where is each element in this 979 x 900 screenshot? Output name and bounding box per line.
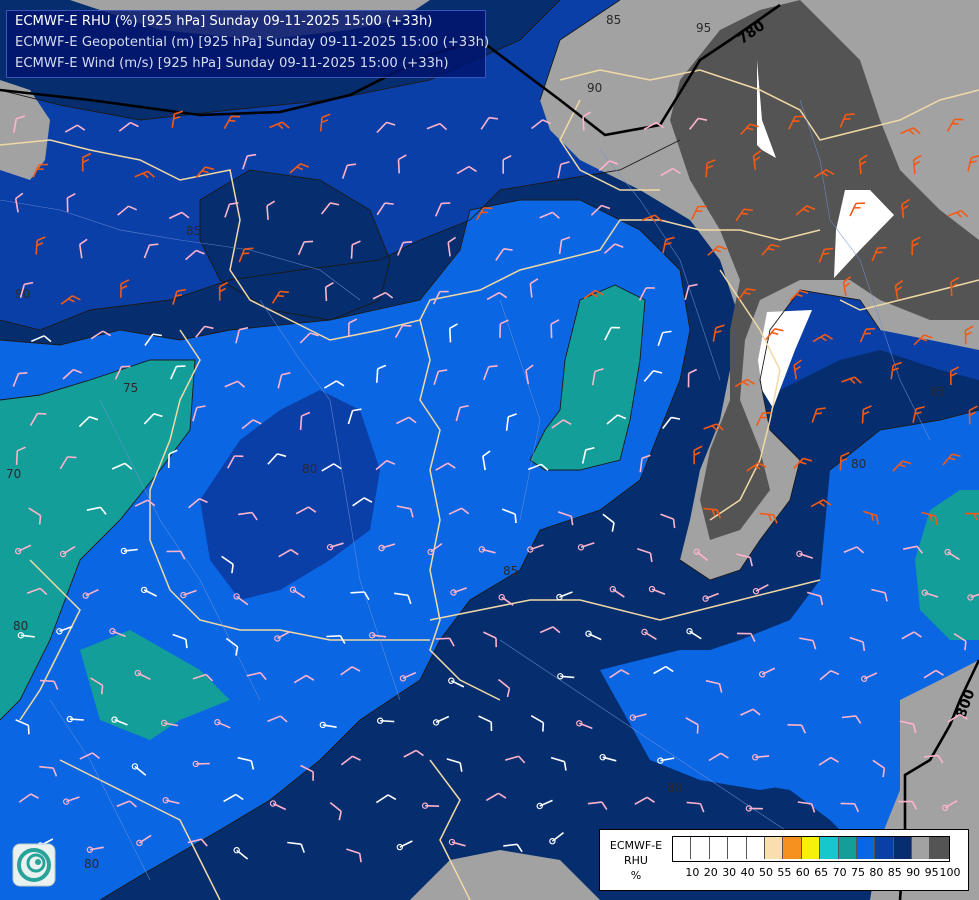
legend-tick: 90 (906, 866, 921, 879)
legend-tick: 20 (703, 866, 718, 879)
legend-swatch (893, 837, 913, 859)
rhu-label: 85 (186, 224, 201, 238)
rhu-label: 70 (6, 467, 21, 481)
legend-swatch (912, 837, 931, 859)
legend-tick: 55 (777, 866, 792, 879)
rhu-map[interactable]: 780 800 95 90 85 85 90 75 70 80 85 85 80… (0, 0, 979, 900)
rhu-label: 80 (13, 619, 28, 633)
legend-title-model: ECMWF-E (609, 839, 663, 852)
rhu-label: 80 (302, 462, 317, 476)
legend-swatch (746, 837, 765, 859)
legend-title: ECMWF-E RHU % (602, 838, 670, 883)
map-title-box: ECMWF-E RHU (%) [925 hPa] Sunday 09-11-2… (6, 10, 490, 78)
legend-tick: 95 (924, 866, 939, 879)
weather-map-view: 780 800 95 90 85 85 90 75 70 80 85 85 80… (0, 0, 979, 900)
legend-tick: 65 (814, 866, 829, 879)
legend-title-variable: RHU (624, 854, 648, 867)
legend-tick: 80 (869, 866, 884, 879)
legend-tick: 75 (851, 866, 865, 879)
legend-tick: 85 (887, 866, 902, 879)
legend-swatch (691, 837, 710, 859)
rhu-label: 85 (503, 564, 518, 578)
rhu-label: 85 (930, 385, 945, 399)
legend-swatch (801, 837, 821, 859)
legend-tick: 60 (795, 866, 810, 879)
legend-tick: 30 (722, 866, 737, 879)
rhu-label: 85 (606, 13, 621, 27)
legend-swatch (783, 837, 802, 859)
rhu-title: ECMWF-E RHU (%) [925 hPa] Sunday 09-11-2… (15, 14, 433, 29)
legend-swatch (728, 837, 747, 859)
ecmwf-logo-icon (12, 843, 56, 887)
legend-tick: 50 (759, 866, 773, 879)
rhu-legend: ECMWF-E RHU % 10 20 30 40 50 55 60 65 70 75 80 85 90… (599, 829, 969, 891)
legend-tick: 40 (740, 866, 755, 879)
legend-swatch (764, 837, 784, 859)
legend-swatch (875, 837, 894, 859)
legend-title-unit: % (630, 869, 642, 882)
rhu-label: 75 (123, 381, 138, 395)
rhu-label: 80 (84, 857, 99, 871)
geopotential-title: ECMWF-E Geopotential (m) [925 hPa] Sunda… (15, 35, 490, 50)
rhu-label: 90 (587, 81, 602, 95)
rhu-label: 80 (851, 457, 866, 471)
legend-swatch (930, 837, 949, 859)
legend-tick: 10 (685, 866, 700, 879)
legend-tick-labels: 10 20 30 40 50 55 60 65 70 75 80 85 90 95 100 (672, 866, 968, 880)
legend-tick: 70 (832, 866, 847, 879)
legend-color-bar (672, 836, 950, 862)
legend-swatch (838, 837, 857, 859)
legend-swatch (673, 837, 692, 859)
legend-swatch (856, 837, 876, 859)
legend-swatch (709, 837, 729, 859)
rhu-label: 80 (667, 781, 682, 795)
legend-tick: 100 (939, 866, 961, 879)
legend-swatch (820, 837, 839, 859)
rhu-label: 95 (696, 21, 711, 35)
wind-title: ECMWF-E Wind (m/s) [925 hPa] Sunday 09-1… (15, 56, 449, 71)
ecmwf-logo[interactable] (12, 843, 56, 887)
